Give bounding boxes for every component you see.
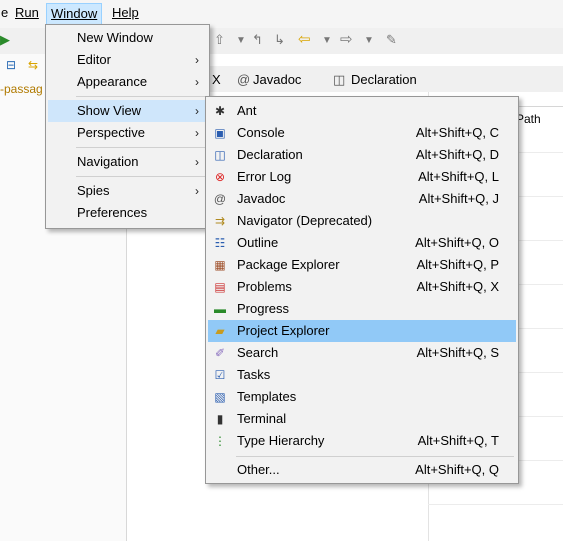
menu-item-other[interactable]: Other... Alt+Shift+Q, Q xyxy=(208,459,516,481)
menu-item-progress[interactable]: ▬ Progress xyxy=(208,298,516,320)
search-icon: ✐ xyxy=(214,346,226,360)
run-icon[interactable]: ▶ xyxy=(0,32,10,48)
menu-window[interactable]: Window xyxy=(46,3,103,25)
tree-item-partial[interactable]: -passag xyxy=(0,82,43,96)
project-explorer-icon: ▰ xyxy=(215,324,225,338)
menu-separator xyxy=(76,96,205,97)
table-row xyxy=(428,504,563,505)
menu-item-terminal[interactable]: ▮ Terminal xyxy=(208,408,516,430)
terminal-icon: ▮ xyxy=(216,412,224,426)
menu-item-package-explorer[interactable]: ▦ Package Explorer Alt+Shift+Q, P xyxy=(208,254,516,276)
javadoc-tab-icon: @ xyxy=(237,72,251,87)
ant-icon: ✱ xyxy=(214,104,226,118)
menu-item-console[interactable]: ▣ Console Alt+Shift+Q, C xyxy=(208,122,516,144)
submenu-arrow-icon: › xyxy=(195,104,199,118)
submenu-arrow-icon: › xyxy=(195,184,199,198)
link-icon[interactable]: ⇆ xyxy=(28,58,38,72)
last-edit-icon[interactable]: ↰ xyxy=(252,32,263,48)
menu-item-show-view[interactable]: Show View › xyxy=(48,100,207,122)
submenu-arrow-icon: › xyxy=(195,53,199,67)
window-menu: New Window Editor › Appearance › Show View… xyxy=(45,24,210,229)
menu-item-editor[interactable]: Editor › xyxy=(48,49,207,71)
console-icon: ▣ xyxy=(214,126,226,140)
navigator-icon: ⇉ xyxy=(214,214,226,228)
tab-close-icon[interactable]: X xyxy=(212,70,221,90)
javadoc-icon: @ xyxy=(213,192,227,206)
tab-javadoc[interactable]: Javadoc xyxy=(253,70,301,90)
collapse-icon[interactable]: ⊟ xyxy=(6,58,16,72)
back-dropdown-icon[interactable]: ▼ xyxy=(322,35,332,46)
forward-dropdown-icon[interactable]: ▼ xyxy=(364,35,374,46)
menu-item-error-log[interactable]: ⊗ Error Log Alt+Shift+Q, L xyxy=(208,166,516,188)
error-log-icon: ⊗ xyxy=(214,170,226,184)
menu-item-navigator[interactable]: ⇉ Navigator (Deprecated) xyxy=(208,210,516,232)
path-column-header[interactable]: Path xyxy=(516,112,541,126)
menu-item-spies[interactable]: Spies › xyxy=(48,180,207,202)
menu-item-new-window[interactable]: New Window xyxy=(48,27,207,49)
tasks-icon: ☑ xyxy=(214,368,226,382)
show-view-menu: ✱ Ant ▣ Console Alt+Shift+Q, C ◫ Declaration… xyxy=(205,96,519,484)
menu-item-search[interactable]: ✐ Search Alt+Shift+Q, S xyxy=(208,342,516,364)
next-annotation-icon[interactable]: ↳ xyxy=(274,32,285,48)
problems-icon: ▤ xyxy=(214,280,226,294)
pin-editor-icon[interactable]: ✎ xyxy=(386,32,397,48)
tab-declaration[interactable]: Declaration xyxy=(351,70,417,90)
submenu-arrow-icon: › xyxy=(195,75,199,89)
menu-item-javadoc[interactable]: @ Javadoc Alt+Shift+Q, J xyxy=(208,188,516,210)
menu-help[interactable]: Help xyxy=(108,3,143,23)
view-tab-bar: X @ Javadoc ◫ Declaration xyxy=(205,66,563,92)
menu-item-templates[interactable]: ▧ Templates xyxy=(208,386,516,408)
menu-item-outline[interactable]: ☷ Outline Alt+Shift+Q, O xyxy=(208,232,516,254)
menu-separator xyxy=(236,456,514,457)
nav-up-icon[interactable]: ⇧ xyxy=(214,32,225,48)
package-explorer-icon: ▦ xyxy=(214,258,226,272)
outline-icon: ☷ xyxy=(214,236,226,250)
menu-run[interactable]: Run xyxy=(11,3,43,23)
menu-item-navigation[interactable]: Navigation › xyxy=(48,151,207,173)
menu-item-perspective[interactable]: Perspective › xyxy=(48,122,207,144)
declaration-tab-icon: ◫ xyxy=(333,72,346,87)
menu-item-preferences[interactable]: Preferences xyxy=(48,202,207,224)
menu-item-type-hierarchy[interactable]: ⋮ Type Hierarchy Alt+Shift+Q, T xyxy=(208,430,516,452)
menu-separator xyxy=(76,176,205,177)
submenu-arrow-icon: › xyxy=(195,155,199,169)
menu-item-project-explorer[interactable]: ▰ Project Explorer xyxy=(208,320,516,342)
menu-item-declaration[interactable]: ◫ Declaration Alt+Shift+Q, D xyxy=(208,144,516,166)
forward-icon[interactable]: ⇨ xyxy=(340,30,353,48)
dropdown-arrow-icon[interactable]: ▼ xyxy=(236,35,246,46)
back-icon[interactable]: ⇦ xyxy=(298,30,311,48)
declaration-icon: ◫ xyxy=(214,148,226,162)
menu-separator xyxy=(76,147,205,148)
menu-item-tasks[interactable]: ☑ Tasks xyxy=(208,364,516,386)
menu-item-ant[interactable]: ✱ Ant xyxy=(208,100,516,122)
menu-item-appearance[interactable]: Appearance › xyxy=(48,71,207,93)
progress-icon: ▬ xyxy=(214,302,226,316)
submenu-arrow-icon: › xyxy=(195,126,199,140)
menu-item-problems[interactable]: ▤ Problems Alt+Shift+Q, X xyxy=(208,276,516,298)
type-hierarchy-icon: ⋮ xyxy=(214,434,226,448)
templates-icon: ▧ xyxy=(214,390,226,404)
